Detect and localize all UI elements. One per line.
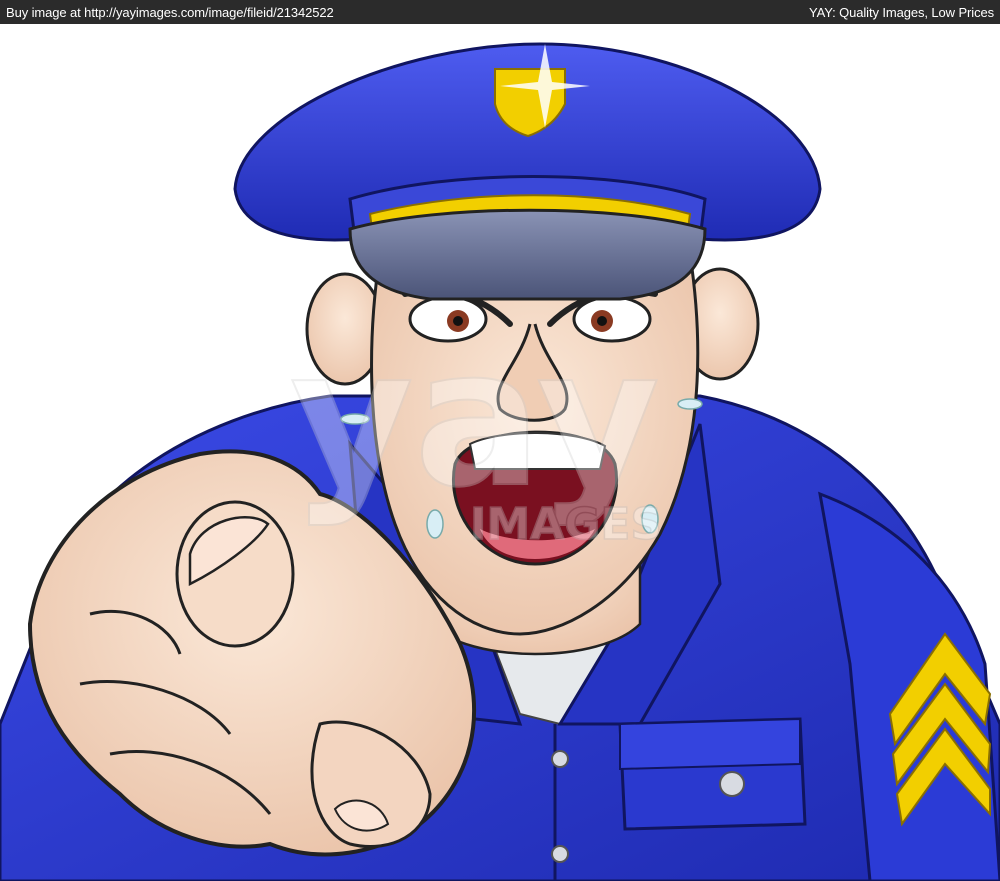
- top-banner: Buy image at http://yayimages.com/image/…: [0, 0, 1000, 24]
- tagline: YAY: Quality Images, Low Prices: [809, 4, 994, 20]
- yay-watermark: yay IMAGES: [289, 307, 663, 551]
- angry-police-officer-illustration: yay IMAGES: [0, 42, 1000, 881]
- illustration-area: yay IMAGES: [0, 24, 1000, 881]
- button-icon: [719, 771, 745, 797]
- buy-image-link[interactable]: Buy image at http://yayimages.com/image/…: [6, 5, 334, 20]
- cap-visor: [348, 208, 707, 301]
- button-icon: [551, 845, 569, 863]
- watermark-logo: yay: [290, 308, 660, 529]
- watermark-subtext: IMAGES: [470, 499, 662, 550]
- button-icon: [551, 750, 569, 768]
